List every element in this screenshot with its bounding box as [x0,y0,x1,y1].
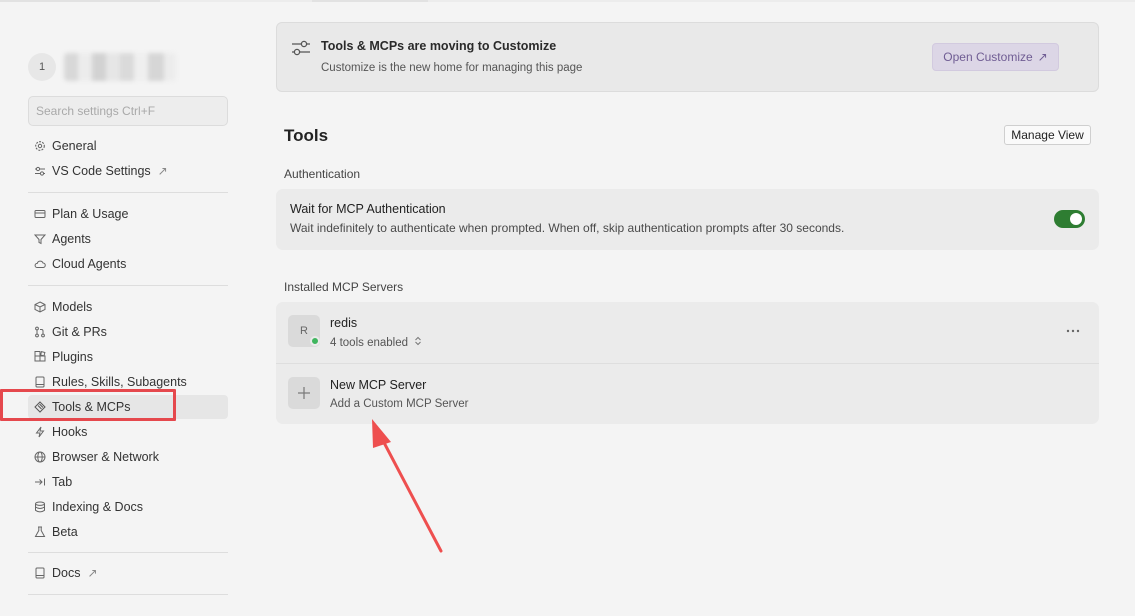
external-link-icon: ↗ [1037,50,1048,64]
sidebar-item-beta[interactable]: Beta [28,520,228,544]
sidebar-item-general[interactable]: General [28,134,228,158]
user-profile: 1 [28,52,176,82]
sidebar-divider [28,552,228,553]
sidebar-item-vscode-settings[interactable]: VS Code Settings ↗ [28,159,228,183]
sidebar-item-indexing-docs[interactable]: Indexing & Docs [28,495,228,519]
external-link-icon: ↗ [157,164,168,178]
sidebar-item-cloud-agents[interactable]: Cloud Agents [28,252,228,276]
server-name: redis [330,316,358,330]
sidebar-item-hooks[interactable]: Hooks [28,420,228,444]
avatar: 1 [28,53,56,81]
plus-icon [288,377,320,409]
database-icon [34,501,46,513]
sidebar-item-rules-skills-subagents[interactable]: Rules, Skills, Subagents [28,370,228,394]
banner-title: Tools & MCPs are moving to Customize [321,39,557,53]
sidebar-item-browser-network[interactable]: Browser & Network [28,445,228,469]
sidebar-divider [28,192,228,193]
sidebar-item-label: General [52,139,97,153]
sidebar-item-label: Cloud Agents [52,257,127,271]
sidebar-item-label: Browser & Network [52,450,159,464]
plugin-icon [34,351,46,363]
sidebar-item-label: Tab [52,475,73,489]
mcp-server-row-redis[interactable]: R redis 4 tools enabled [276,302,1099,363]
customize-banner: Tools & MCPs are moving to Customize Cus… [276,22,1099,92]
git-icon [34,326,46,338]
mcp-servers-card: R redis 4 tools enabled New MCP Server A… [276,302,1099,424]
auth-setting-card: Wait for MCP Authentication Wait indefin… [276,189,1099,250]
sidebar-item-label: Rules, Skills, Subagents [52,375,187,389]
sidebar-divider [28,285,228,286]
manage-view-button[interactable]: Manage View [1004,125,1091,145]
tab-arrow-icon [34,476,46,488]
sidebar-item-git-prs[interactable]: Git & PRs [28,320,228,344]
open-customize-label: Open Customize [943,50,1033,64]
blurred-user-name [64,53,176,81]
sidebar-divider [28,594,228,595]
globe-icon [34,451,46,463]
tools-icon [34,401,46,413]
sidebar-item-tab[interactable]: Tab [28,470,228,494]
settings-sidebar: 1 Search settings Ctrl+F General VS Code… [0,0,240,616]
sidebar-item-label: Plan & Usage [52,207,129,221]
authentication-section-label: Authentication [284,167,361,181]
sidebar-item-label: Beta [52,525,78,539]
toggle-knob [1070,213,1082,225]
status-online-dot [310,336,320,346]
sidebar-item-agents[interactable]: Agents [28,227,228,251]
chevron-up-down-icon [414,336,422,349]
sidebar-item-label: VS Code Settings [52,164,151,178]
sidebar-item-docs[interactable]: Docs ↗ [28,561,228,585]
sidebar-item-label: Indexing & Docs [52,500,144,514]
cloud-icon [34,258,46,270]
external-link-icon: ↗ [87,566,98,580]
banner-subtitle: Customize is the new home for managing t… [321,62,583,74]
sidebar-item-label: Plugins [52,350,93,364]
wait-for-auth-toggle[interactable] [1054,210,1085,228]
cube-icon [34,301,46,313]
sidebar-item-label: Models [52,300,93,314]
card-icon [34,208,46,220]
sliders-icon [291,39,311,57]
book-icon [34,567,46,579]
new-server-title: New MCP Server [330,378,427,392]
page-title: Tools [284,126,329,145]
sidebar-item-tools-mcps[interactable]: Tools & MCPs [28,395,228,419]
book-icon [34,376,46,388]
sidebar-item-label: Hooks [52,425,88,439]
installed-servers-section-label: Installed MCP Servers [284,280,404,294]
flask-icon [34,526,46,538]
new-server-subtitle: Add a Custom MCP Server [330,398,469,410]
server-tools-summary[interactable]: 4 tools enabled [330,336,422,349]
search-settings-input[interactable]: Search settings Ctrl+F [28,96,228,126]
more-options-icon[interactable] [1066,320,1080,336]
open-customize-button[interactable]: Open Customize ↗ [932,43,1059,71]
sidebar-item-plugins[interactable]: Plugins [28,345,228,369]
settings-sliders-icon [34,165,46,177]
sidebar-item-plan-usage[interactable]: Plan & Usage [28,202,228,226]
sidebar-item-label: Tools & MCPs [52,400,131,414]
sidebar-item-label: Git & PRs [52,325,107,339]
annotation-arrow-icon [372,419,443,553]
lightning-icon [34,426,46,438]
sidebar-item-models[interactable]: Models [28,295,228,319]
auth-setting-title: Wait for MCP Authentication [290,202,446,216]
funnel-icon [34,233,46,245]
tools-enabled-count: 4 tools enabled [330,336,409,349]
sidebar-item-label: Docs [52,566,81,580]
sidebar-item-label: Agents [52,232,91,246]
auth-setting-description: Wait indefinitely to authenticate when p… [290,221,845,235]
gear-icon [34,140,46,152]
